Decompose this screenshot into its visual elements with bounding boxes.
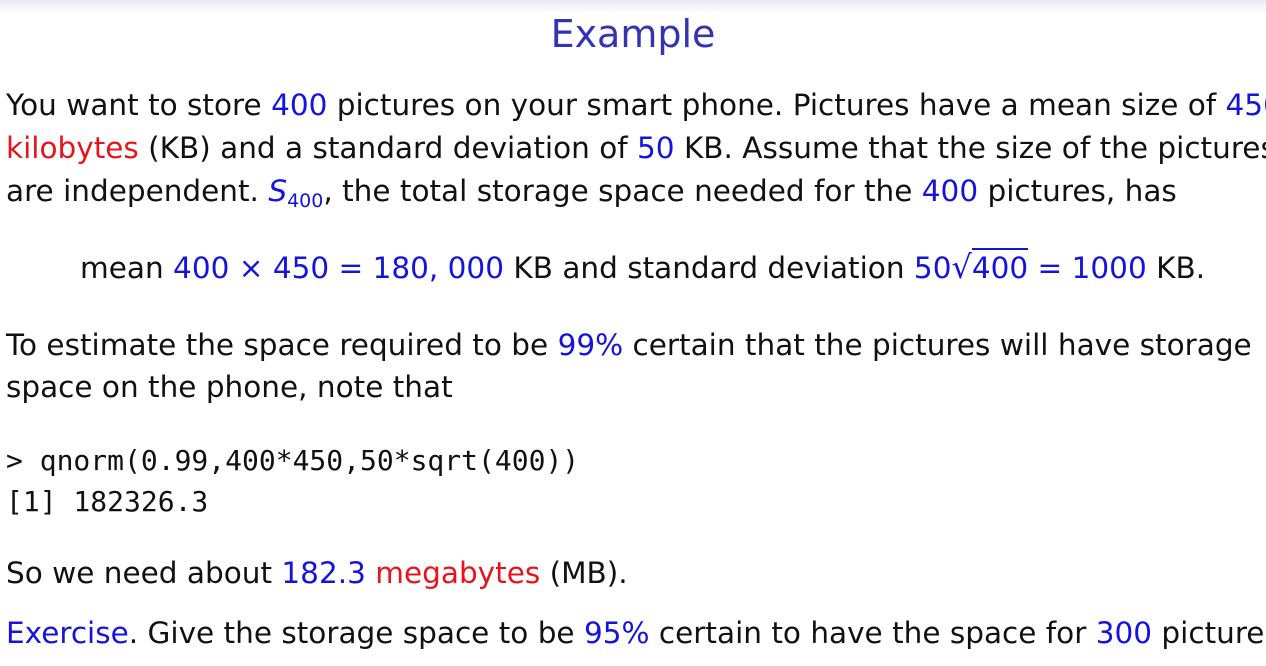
- number-pictures: 400: [271, 88, 328, 122]
- paragraph2-line-2: space on the phone, note that: [6, 370, 453, 404]
- text: . Give the storage space to be: [128, 616, 584, 650]
- symbol-subscript: 400: [287, 190, 324, 212]
- text: certain to have the space for: [649, 616, 1096, 650]
- paragraph-line-3: are independent. S400, the total storage…: [6, 171, 1177, 211]
- exercise-line: Exercise. Give the storage space to be 9…: [6, 613, 1266, 653]
- text: mean: [80, 251, 174, 285]
- text: To estimate the space required to be: [6, 328, 558, 362]
- sqrt-sign: √: [951, 248, 972, 286]
- text: KB. Assume that the size of the pictures: [674, 131, 1266, 165]
- term-kilobytes: kilobytes: [6, 131, 139, 165]
- number-sd: 50: [637, 131, 675, 165]
- sd-coefficient: 50: [913, 251, 952, 285]
- text: [366, 556, 375, 590]
- paragraph-line-2: kilobytes (KB) and a standard deviation …: [6, 128, 1266, 168]
- exercise-label: Exercise: [6, 616, 129, 650]
- number-pictures: 400: [921, 174, 979, 208]
- result-line: So we need about 182.3 megabytes (MB).: [6, 553, 628, 593]
- text: KB and standard deviation: [503, 251, 914, 285]
- paragraph2-line-1: To estimate the space required to be 99%…: [6, 325, 1252, 365]
- text: pictures on your smart phone. Pictures h…: [327, 88, 1226, 122]
- text: certain that the pictures will have stor…: [623, 328, 1252, 362]
- result-value: 182.3: [281, 556, 366, 590]
- display-equation: mean 400 × 450 = 180, 000 KB and standar…: [80, 247, 1205, 288]
- number-300: 300: [1095, 616, 1153, 650]
- paragraph-line-1: You want to store 400 pictures on your s…: [6, 85, 1266, 125]
- percent-95: 95%: [583, 616, 650, 650]
- text: pictures, has: [978, 174, 1177, 208]
- number-mean-size: 450: [1225, 88, 1266, 122]
- term-megabytes: megabytes: [375, 556, 541, 590]
- text: are independent.: [6, 174, 269, 208]
- text: (MB).: [540, 556, 628, 590]
- text: pictures.: [1161, 616, 1266, 650]
- code-command: > qnorm(0.99,400*450,50*sqrt(400)): [6, 444, 580, 477]
- symbol-s: S: [268, 174, 288, 208]
- text: (KB) and a standard deviation of: [138, 131, 638, 165]
- text: , the total storage space needed for the: [323, 174, 922, 208]
- code-output: [1] 182326.3: [6, 485, 209, 518]
- text: KB.: [1146, 251, 1206, 285]
- percent-99: 99%: [557, 328, 624, 362]
- slide-title: Example: [550, 12, 716, 56]
- text: You want to store: [6, 88, 272, 122]
- text: So we need about: [6, 556, 282, 590]
- sd-result: = 1000: [1028, 251, 1147, 285]
- sqrt-radicand: 400: [971, 248, 1029, 285]
- mean-expression: 400 × 450 = 180, 000: [173, 251, 504, 285]
